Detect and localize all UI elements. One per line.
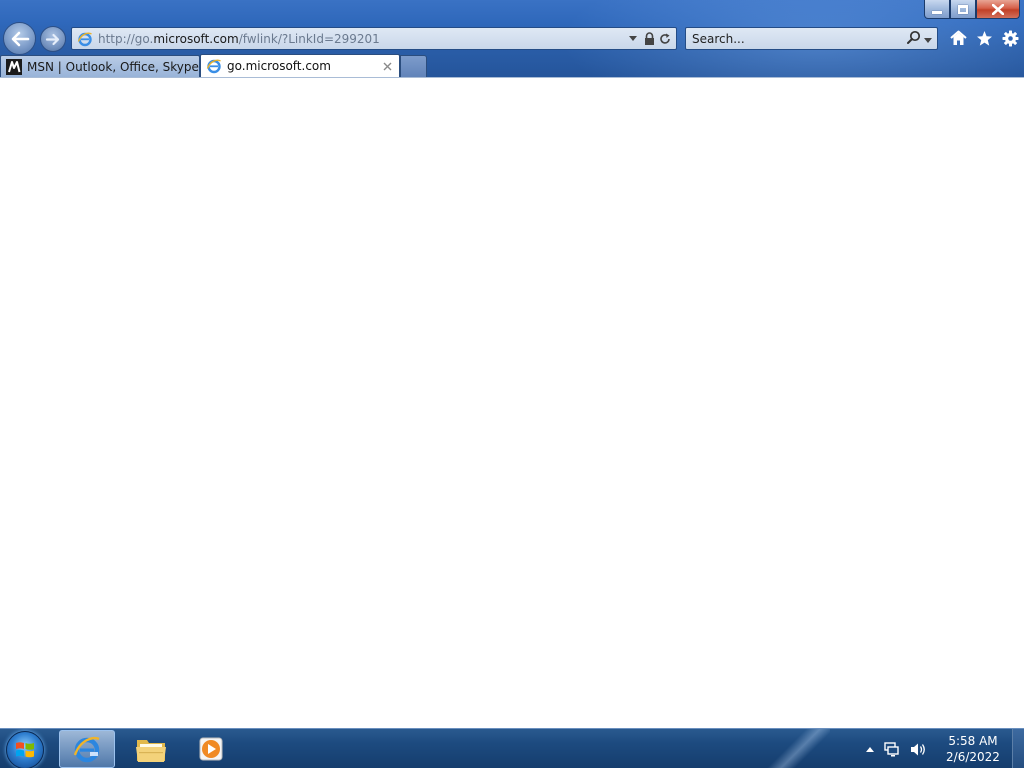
search-input[interactable] [692, 31, 907, 46]
taskbar-ie-button[interactable] [59, 730, 115, 768]
minimize-icon [932, 10, 942, 14]
search-box[interactable] [685, 27, 938, 50]
window-controls [924, 0, 1020, 19]
close-icon [383, 62, 391, 70]
minimize-button[interactable] [924, 0, 950, 19]
start-button[interactable] [6, 731, 44, 768]
show-hidden-icons-button[interactable] [866, 746, 874, 752]
close-icon [992, 3, 1004, 15]
address-dropdown-icon[interactable] [627, 32, 639, 46]
taskbar-explorer-button[interactable] [123, 730, 179, 768]
msn-icon [6, 58, 22, 75]
favorites-button[interactable] [974, 28, 994, 48]
taskbar: 5:58 AM 2/6/2022 [0, 728, 1024, 768]
taskbar-media-player-button[interactable] [183, 730, 239, 768]
star-icon [976, 30, 992, 46]
internet-explorer-icon [73, 736, 100, 763]
refresh-icon[interactable] [659, 32, 671, 46]
home-button[interactable] [948, 28, 968, 48]
volume-icon[interactable] [910, 742, 927, 757]
lock-icon[interactable] [643, 32, 655, 46]
new-tab-button[interactable] [400, 55, 427, 77]
restore-icon [958, 4, 968, 14]
folder-icon [136, 740, 166, 762]
url-domain: microsoft.com [153, 31, 239, 46]
clock-date: 2/6/2022 [946, 750, 1000, 764]
tab-msn[interactable]: MSN | Outlook, Office, Skype, ... [0, 55, 200, 77]
forward-arrow-icon [45, 33, 60, 45]
search-dropdown-icon[interactable] [924, 32, 932, 46]
show-desktop-button[interactable] [1012, 729, 1024, 768]
tab-label: go.microsoft.com [227, 59, 331, 73]
system-clock[interactable]: 5:58 AM 2/6/2022 [940, 733, 1006, 765]
url-path: /fwlink/?LinkId=299201 [238, 31, 380, 46]
browser-chrome: http://go.microsoft.com/fwlink/?LinkId=2… [0, 0, 1024, 77]
notification-area [866, 729, 927, 768]
tab-close-button[interactable] [379, 58, 395, 74]
forward-button[interactable] [40, 26, 66, 52]
chevron-up-icon [866, 746, 874, 752]
close-button[interactable] [976, 0, 1020, 19]
url-prefix: http://go. [98, 31, 154, 46]
back-button[interactable] [3, 22, 36, 55]
page-content[interactable] [0, 77, 1024, 728]
search-icon[interactable] [907, 30, 921, 47]
address-url[interactable]: http://go.microsoft.com/fwlink/?LinkId=2… [98, 32, 627, 46]
restore-button[interactable] [950, 0, 976, 19]
ie-page-icon [77, 32, 92, 46]
home-icon [949, 30, 967, 45]
tab-strip: MSN | Outlook, Office, Skype, ... go.mic… [0, 54, 427, 77]
back-arrow-icon [11, 31, 29, 46]
network-icon[interactable] [884, 741, 900, 757]
clock-time: 5:58 AM [948, 734, 998, 748]
tab-label: MSN | Outlook, Office, Skype, ... [27, 59, 199, 74]
media-player-icon [199, 737, 223, 761]
ie-page-icon [206, 59, 221, 74]
address-bar[interactable]: http://go.microsoft.com/fwlink/?LinkId=2… [71, 27, 677, 50]
gear-icon [1002, 30, 1018, 46]
windows-logo-icon [16, 742, 34, 758]
tab-go-microsoft[interactable]: go.microsoft.com [200, 54, 400, 77]
tools-button[interactable] [1000, 28, 1020, 48]
